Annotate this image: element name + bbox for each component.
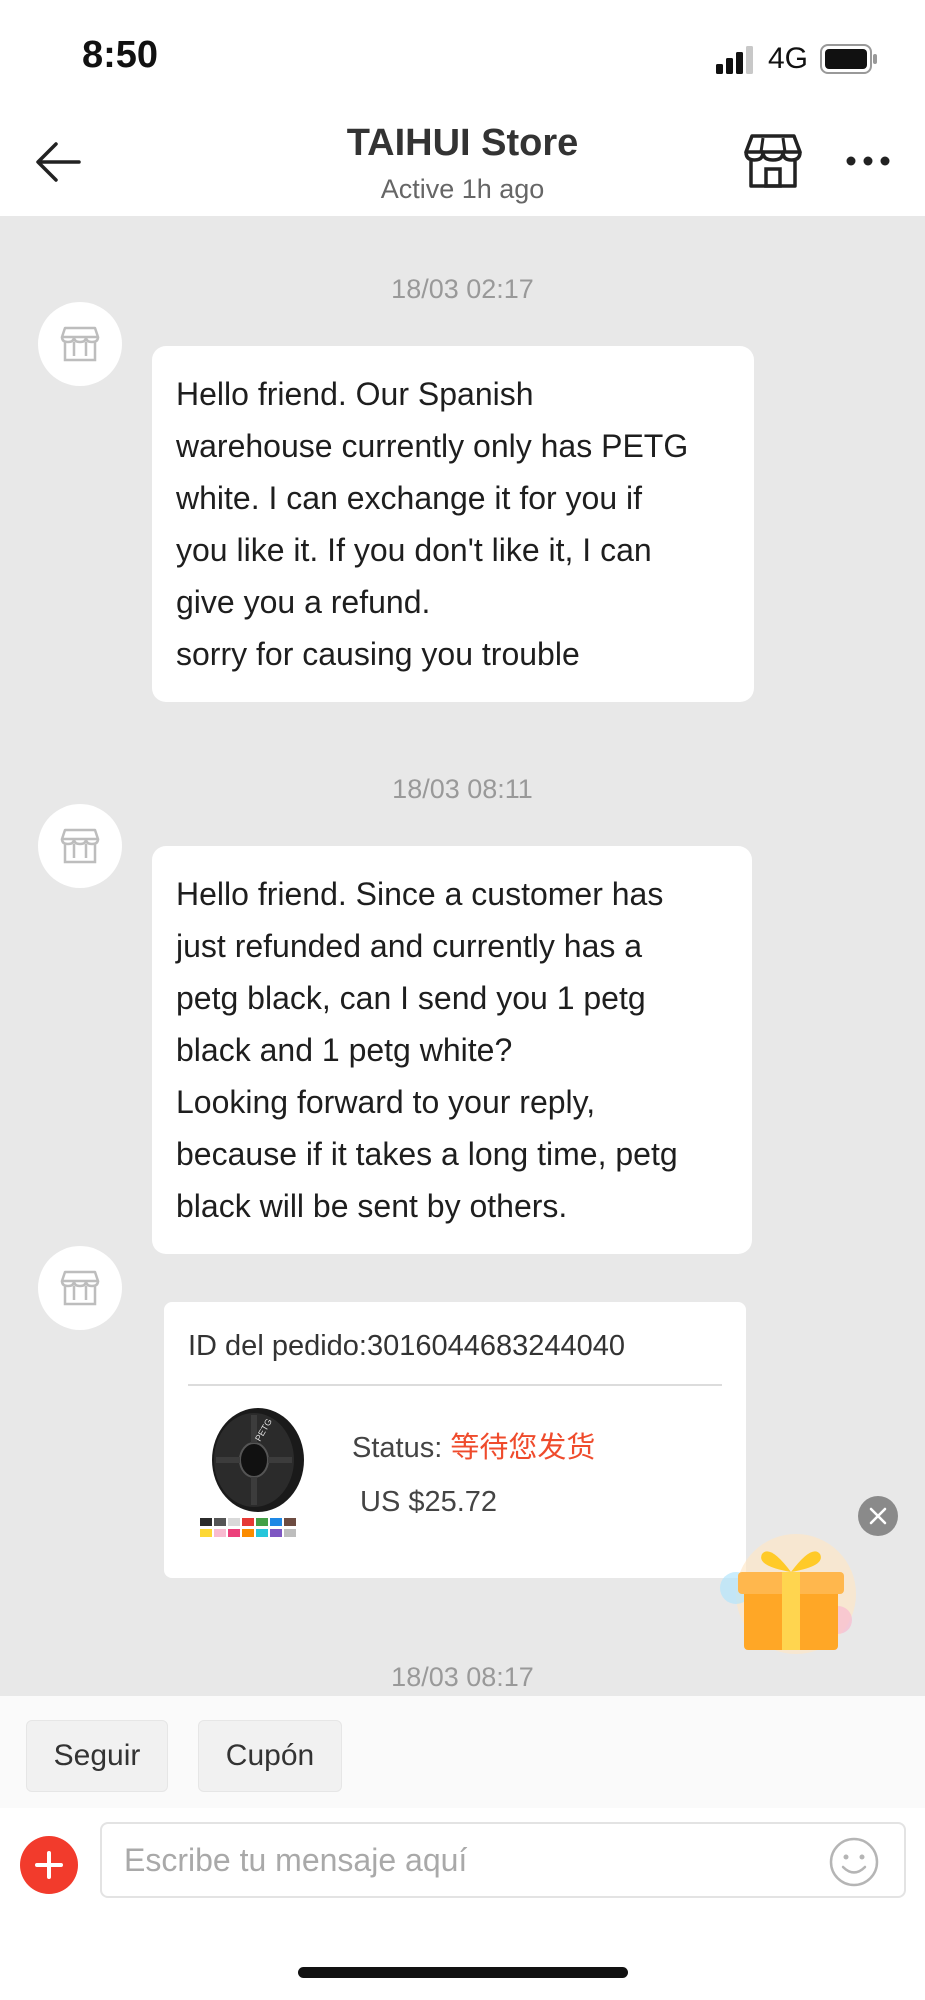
order-status: Status: 等待您发货 xyxy=(352,1424,595,1466)
message-line: white. I can exchange it for you if xyxy=(176,480,643,516)
order-status-value: 等待您发货 xyxy=(450,1432,596,1464)
store-avatar-icon xyxy=(60,1270,100,1306)
storefront-icon xyxy=(744,134,802,188)
order-status-label: Status: xyxy=(352,1432,451,1464)
message-line: Looking forward to your reply, xyxy=(176,1084,596,1120)
message-line: warehouse currently only has PETG xyxy=(176,428,689,464)
product-thumbnail[interactable]: PETG xyxy=(200,1402,310,1554)
message-line: petg black, can I send you 1 petg xyxy=(176,980,646,1016)
follow-button[interactable]: Seguir xyxy=(26,1720,168,1792)
network-label: 4G xyxy=(768,42,809,75)
coupon-button[interactable]: Cupón xyxy=(198,1720,342,1792)
more-options-button[interactable] xyxy=(840,136,896,186)
message-line: sorry for causing you trouble xyxy=(176,636,580,672)
message-timestamp: 18/03 08:11 xyxy=(392,774,533,804)
chat-header: TAIHUI Store Active 1h ago xyxy=(0,108,925,216)
home-indicator xyxy=(298,1967,628,1978)
emoji-button[interactable] xyxy=(826,1834,882,1890)
order-card[interactable]: ID del pedido:3016044683244040 PETG Stat… xyxy=(164,1302,746,1578)
message-input[interactable] xyxy=(100,1822,906,1898)
gift-promo-button[interactable] xyxy=(706,1512,866,1662)
message-timestamp: 18/03 02:17 xyxy=(391,274,534,304)
message-line: just refunded and currently has a xyxy=(176,928,643,964)
chat-messages[interactable]: 18/03 02:17 Hello friend. Our Spanish wa… xyxy=(0,216,925,1696)
message-line: you like it. If you don't like it, I can xyxy=(176,532,652,568)
divider xyxy=(188,1384,722,1386)
message-bubble[interactable]: Hello friend. Our Spanish warehouse curr… xyxy=(152,346,754,702)
close-icon xyxy=(869,1507,887,1525)
store-avatar[interactable] xyxy=(38,302,122,386)
status-bar: 8:50 4G xyxy=(0,0,925,108)
color-swatches xyxy=(200,1518,296,1537)
plus-icon xyxy=(35,1851,63,1879)
store-avatar-icon xyxy=(60,828,100,864)
emoji-icon xyxy=(829,1837,879,1887)
message-line: because if it takes a long time, petg xyxy=(176,1136,678,1172)
battery-icon xyxy=(820,44,877,74)
message-line: black will be sent by others. xyxy=(176,1188,568,1224)
signal-icon xyxy=(716,46,753,74)
more-dots-icon xyxy=(846,156,890,166)
add-attachment-button[interactable] xyxy=(20,1836,78,1894)
message-timestamp: 18/03 08:17 xyxy=(391,1662,534,1692)
status-time: 8:50 xyxy=(82,34,159,76)
message-line: Hello friend. Our Spanish xyxy=(176,376,534,412)
message-line: black and 1 petg white? xyxy=(176,1032,513,1068)
store-avatar[interactable] xyxy=(38,1246,122,1330)
message-composer xyxy=(0,1808,925,1920)
order-id: ID del pedido:3016044683244040 xyxy=(188,1330,626,1362)
store-avatar[interactable] xyxy=(38,804,122,888)
quick-actions-bar: Seguir Cupón xyxy=(0,1696,925,1808)
store-avatar-icon xyxy=(60,326,100,362)
message-line: give you a refund. xyxy=(176,584,431,620)
gift-icon xyxy=(720,1534,856,1654)
store-button[interactable] xyxy=(740,130,806,192)
order-price: US $25.72 xyxy=(360,1486,498,1518)
message-bubble[interactable]: Hello friend. Since a customer has just … xyxy=(152,846,752,1254)
message-line: Hello friend. Since a customer has xyxy=(176,876,664,912)
